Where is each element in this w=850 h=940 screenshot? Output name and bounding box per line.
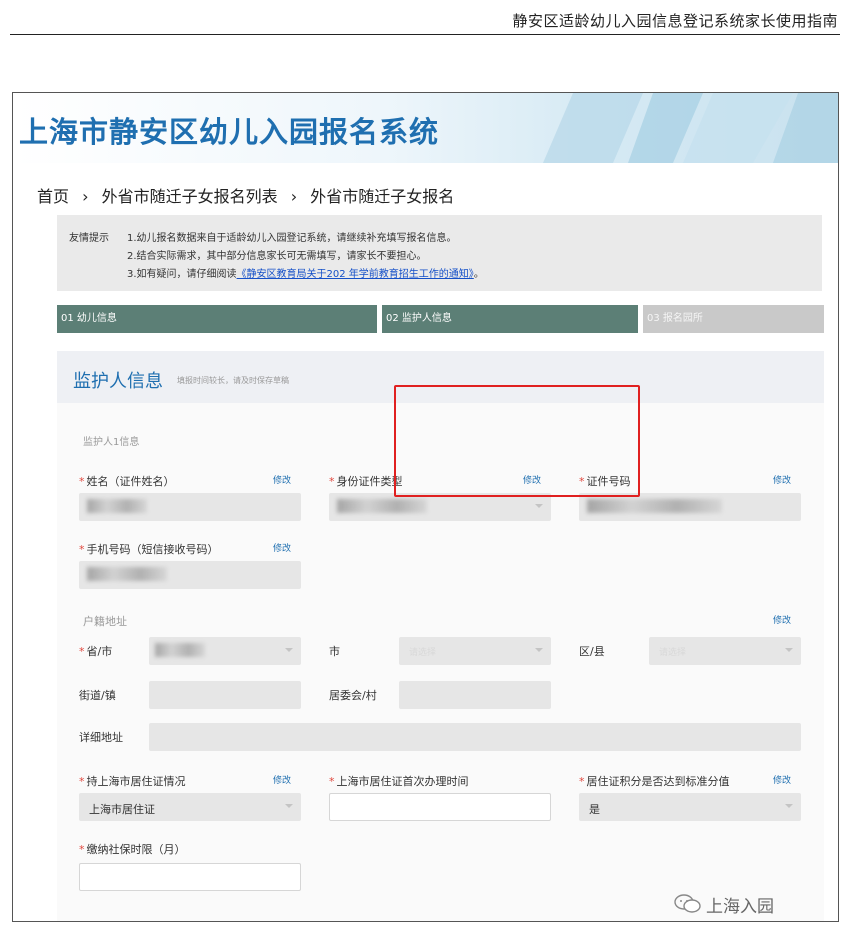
phone-label-text: 手机号码（短信接收号码） [86,543,219,556]
chevron-down-icon [285,648,293,652]
system-title: 上海市静安区幼儿入园报名系统 [19,115,440,149]
edit-id-number-link[interactable]: 修改 [773,473,791,486]
id-type-select[interactable] [329,493,551,521]
chevron-down-icon [785,648,793,652]
document-title: 静安区适龄幼儿入园信息登记系统家长使用指南 [512,12,838,30]
district-placeholder: 请选择 [659,648,687,658]
detail-address-input[interactable] [149,723,801,751]
id-number-input[interactable] [579,493,801,521]
points-label-text: 居住证积分是否达到标准分值 [586,775,730,788]
social-security-label-text: 缴纳社保时限（月） [86,843,186,856]
city-label: 市 [329,645,340,658]
breadcrumb-separator: › [82,187,89,206]
social-security-input[interactable] [79,863,301,891]
province-select[interactable] [149,637,301,665]
tip-line-3: 3.如有疑问，请仔细阅读《静安区教育局关于202 年学前教育招生工作的通知》。 [127,265,484,280]
step-guardian-info[interactable]: 02 监护人信息 [382,305,638,333]
chevron-down-icon [535,648,543,652]
required-mark: * [329,775,335,788]
section-guardian1: 监护人1信息 [83,437,140,448]
chevron-down-icon [285,804,293,808]
required-mark: * [79,775,85,788]
edit-address-link[interactable]: 修改 [773,613,791,626]
residence-status-select[interactable]: 上海市居住证 [79,793,301,821]
step-bar: 01 幼儿信息 02 监护人信息 03 报名园所 [57,305,824,333]
required-mark: * [79,843,85,856]
redacted-value [587,499,722,513]
section-address: 户籍地址 [83,615,127,628]
breadcrumb-list[interactable]: 外省市随迁子女报名列表 [102,187,278,206]
residence-first-time-input[interactable] [329,793,551,821]
province-label-text: 省/市 [86,645,113,658]
id-type-label-text: 身份证件类型 [336,475,403,488]
edit-name-link[interactable]: 修改 [273,473,291,486]
step-child-info[interactable]: 01 幼儿信息 [57,305,377,333]
id-type-label: * 身份证件类型 [329,473,403,489]
watermark-text: 上海入园 [706,897,774,917]
step-kindergarten[interactable]: 03 报名园所 [643,305,824,333]
system-banner: 上海市静安区幼儿入园报名系统 [13,93,838,163]
edit-points-link[interactable]: 修改 [773,773,791,786]
name-label-text: 姓名（证件姓名） [86,475,175,488]
breadcrumb-home[interactable]: 首页 [37,187,69,206]
residence-status-value: 上海市居住证 [89,803,155,816]
required-mark: * [79,475,85,488]
breadcrumb: 首页 › 外省市随迁子女报名列表 › 外省市随迁子女报名 [37,183,462,207]
name-input[interactable] [79,493,301,521]
wechat-icon [674,894,701,913]
breadcrumb-separator: › [290,187,298,206]
highlight-box [394,385,640,497]
tip-line-3-prefix: 3.如有疑问，请仔细阅读 [127,269,237,280]
residence-status-label: * 持上海市居住证情况 [79,773,186,789]
province-label: * 省/市 [79,643,112,659]
city-placeholder: 请选择 [409,648,437,658]
document-header: 静安区适龄幼儿入园信息登记系统家长使用指南 [0,0,850,38]
tip-line-2: 2.结合实际需求，其中部分信息家长可无需填写，请家长不要担心。 [127,251,427,262]
card-hint: 填报时间较长，请及时保存草稿 [177,376,289,385]
redacted-value [337,499,427,513]
notice-link[interactable]: 《静安区教育局关于202 年学前教育招生工作的通知》 [237,269,474,280]
phone-label: * 手机号码（短信接收号码） [79,541,219,557]
tips-box: 友情提示 1.幼儿报名数据来自于适龄幼儿入园登记系统，请继续补充填写报名信息。 … [57,215,822,291]
phone-input[interactable] [79,561,301,589]
city-select[interactable]: 请选择 [399,637,551,665]
tips-label: 友情提示 [69,233,109,244]
required-mark: * [79,645,85,658]
required-mark: * [329,475,335,488]
edit-phone-link[interactable]: 修改 [273,541,291,554]
tip-line-1: 1.幼儿报名数据来自于适龄幼儿入园登记系统，请继续补充填写报名信息。 [127,233,457,244]
required-mark: * [79,543,85,556]
residence-first-time-label: * 上海市居住证首次办理时间 [329,773,469,789]
district-select[interactable]: 请选择 [649,637,801,665]
detail-address-label: 详细地址 [79,731,123,744]
header-rule [10,34,840,35]
redacted-value [87,567,167,581]
banner-decoration [543,93,838,163]
committee-label: 居委会/村 [329,689,377,702]
chevron-down-icon [535,504,543,508]
points-value: 是 [589,803,600,816]
residence-status-label-text: 持上海市居住证情况 [86,775,186,788]
card-title: 监护人信息 [73,371,163,392]
redacted-value [87,499,147,513]
chevron-down-icon [785,804,793,808]
tip-line-3-suffix: 。 [473,269,484,280]
district-label: 区/县 [579,645,605,658]
social-security-label: * 缴纳社保时限（月） [79,841,186,857]
committee-input[interactable] [399,681,551,709]
points-select[interactable]: 是 [579,793,801,821]
screenshot-frame: 上海市静安区幼儿入园报名系统 首页 › 外省市随迁子女报名列表 › 外省市随迁子… [12,92,839,922]
name-label: * 姓名（证件姓名） [79,473,175,489]
redacted-value [155,643,205,657]
points-label: * 居住证积分是否达到标准分值 [579,773,730,789]
street-input[interactable] [149,681,301,709]
street-label: 街道/镇 [79,689,116,702]
breadcrumb-current: 外省市随迁子女报名 [310,187,455,206]
residence-first-time-label-text: 上海市居住证首次办理时间 [336,775,469,788]
required-mark: * [579,775,585,788]
edit-residence-status-link[interactable]: 修改 [273,773,291,786]
